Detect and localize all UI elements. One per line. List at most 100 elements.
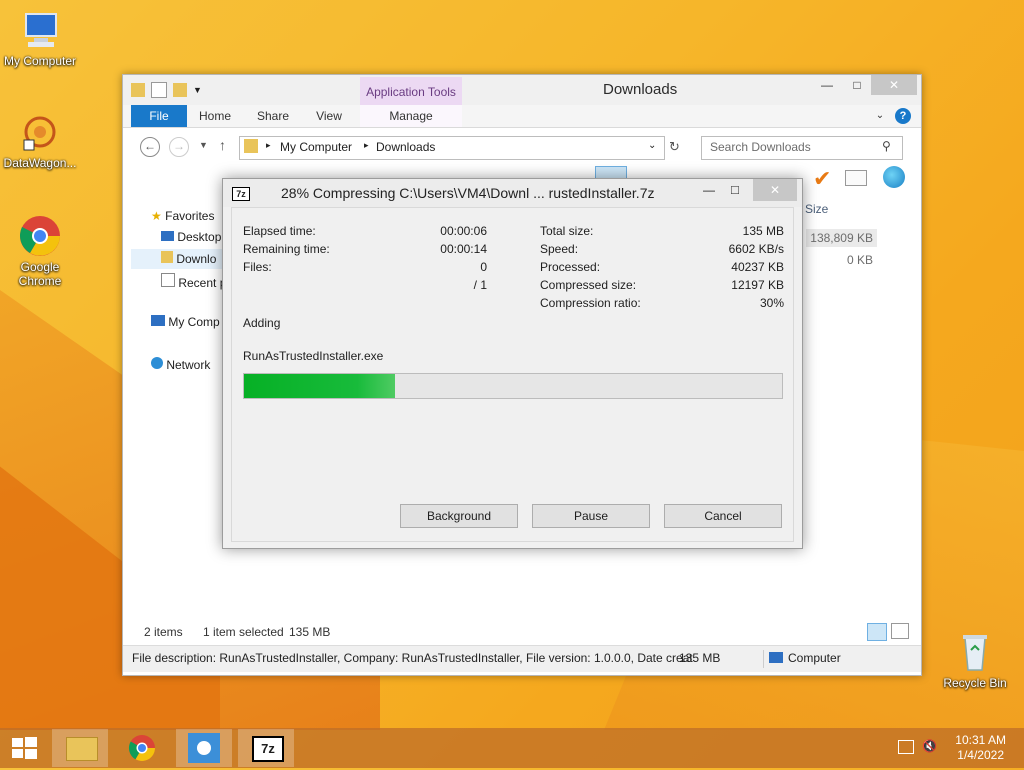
address-bar[interactable]: ▸ My Computer ▸ Downloads ⌄ [239, 136, 665, 160]
dialog-title: 28% Compressing C:\Users\VM4\Downl ... r… [281, 185, 655, 201]
selection-count: 1 item selected [203, 625, 284, 639]
compression-ratio-value: 30% [759, 296, 784, 310]
file-size: 135 MB [679, 651, 721, 665]
nav-desktop[interactable]: Desktop [161, 230, 221, 244]
total-size-value: 135 MB [742, 224, 784, 238]
tab-view[interactable]: View [311, 105, 347, 127]
close-button[interactable]: ✕ [753, 179, 797, 201]
background-button[interactable]: Background [400, 504, 518, 528]
desktop-icon-my-computer[interactable]: My Computer [0, 8, 80, 68]
speed-value: 6602 KB/s [728, 242, 784, 256]
compressed-size-value: 12197 KB [731, 278, 784, 292]
window-icon[interactable] [845, 170, 867, 186]
column-header-size[interactable]: Size [805, 202, 828, 216]
tab-home[interactable]: Home [195, 105, 235, 127]
chevron-right-icon: ▸ [266, 140, 271, 150]
minimize-button[interactable]: — [703, 183, 715, 197]
clock-date: 1/4/2022 [957, 748, 1004, 762]
forward-button[interactable]: → [169, 137, 189, 157]
desktop-icon-chrome[interactable]: Google Chrome [0, 214, 80, 288]
computer-icon [18, 8, 62, 52]
chevron-down-icon[interactable]: ⌄ [648, 140, 656, 151]
pause-button[interactable]: Pause [532, 504, 650, 528]
refresh-icon[interactable]: ↻ [669, 139, 680, 155]
properties-icon[interactable] [151, 82, 167, 98]
taskbar-7zip[interactable]: 7z [238, 729, 294, 767]
start-button[interactable] [0, 729, 48, 767]
minimize-button[interactable]: — [813, 75, 841, 95]
network-tray-icon[interactable] [898, 740, 914, 754]
search-placeholder: Search Downloads [710, 140, 811, 154]
dialog-title-bar: 7z 28% Compressing C:\Users\VM4\Downl ..… [223, 179, 802, 207]
chevron-down-icon[interactable]: ▼ [193, 85, 202, 95]
datawagon-icon [18, 110, 62, 154]
downloads-folder-icon [161, 251, 173, 263]
tab-manage[interactable]: Manage [360, 105, 462, 127]
clock[interactable]: 10:31 AM 1/4/2022 [955, 733, 1006, 763]
cancel-button[interactable]: Cancel [664, 504, 782, 528]
compression-ratio-label: Compression ratio: [540, 296, 641, 310]
nav-recent[interactable]: Recent p [161, 273, 226, 290]
nav-label: My Comp [168, 315, 220, 329]
breadcrumb-downloads[interactable]: Downloads [376, 140, 435, 154]
nav-favorites[interactable]: ★ Favorites [151, 209, 214, 223]
action-status: Adding [243, 316, 281, 330]
checkmark-icon[interactable]: ✔ [813, 166, 831, 192]
chrome-icon [18, 214, 62, 258]
files-total: / 1 [473, 278, 487, 292]
desktop-icon [161, 231, 174, 241]
compress-progress-dialog: 7z 28% Compressing C:\Users\VM4\Downl ..… [222, 178, 803, 549]
folder-icon [244, 139, 258, 153]
globe-icon[interactable] [883, 166, 905, 188]
quick-access-toolbar: ▼ [131, 82, 202, 98]
files-label: Files: [243, 260, 272, 274]
back-button[interactable]: ← [140, 137, 160, 157]
search-icon: ⚲ [882, 139, 891, 153]
close-button[interactable]: ✕ [871, 75, 917, 95]
title-bar: ▼ Application Tools Downloads — □ ✕ [123, 75, 921, 105]
help-icon[interactable]: ? [895, 108, 911, 124]
chrome-icon [128, 735, 156, 762]
nav-label: Recent p [178, 276, 227, 290]
chevron-down-icon[interactable]: ⌄ [873, 105, 887, 127]
up-arrow-icon[interactable]: ↑ [219, 137, 226, 153]
recycle-bin-icon [953, 630, 997, 674]
progress-bar [243, 373, 783, 399]
desktop-icon-recycle-bin[interactable]: Recycle Bin [935, 630, 1015, 690]
chevron-right-icon: ▸ [364, 140, 369, 150]
tab-file[interactable]: File [131, 105, 187, 127]
selection-size: 135 MB [289, 625, 331, 639]
details-view-button[interactable] [867, 623, 887, 641]
file-description: File description: RunAsTrustedInstaller,… [132, 651, 693, 665]
remaining-value: 00:00:14 [440, 242, 487, 256]
new-folder-icon[interactable] [173, 83, 187, 97]
maximize-button[interactable]: □ [731, 182, 739, 197]
volume-muted-icon[interactable]: 🔇 [922, 739, 937, 753]
nav-network[interactable]: Network [151, 357, 210, 372]
taskbar-chrome[interactable] [114, 729, 170, 767]
item-count: 2 items [144, 625, 183, 639]
folder-icon [66, 737, 98, 761]
files-value: 0 [480, 260, 487, 274]
breadcrumb-my-computer[interactable]: My Computer [280, 140, 352, 154]
computer-icon [769, 652, 783, 663]
details-bar: File description: RunAsTrustedInstaller,… [123, 645, 921, 672]
nav-my-computer[interactable]: My Comp [151, 315, 220, 329]
recent-locations-icon[interactable]: ▼ [199, 140, 208, 150]
desktop-icon-datawagon[interactable]: DataWagon... [0, 110, 80, 170]
search-input[interactable]: Search Downloads ⚲ [701, 136, 903, 160]
taskbar-file-explorer[interactable] [52, 729, 108, 767]
taskbar-app[interactable] [176, 729, 232, 767]
large-icons-view-button[interactable] [891, 623, 909, 639]
location-label: Computer [788, 651, 841, 665]
desktop-icon-label: DataWagon... [3, 156, 77, 170]
speed-label: Speed: [540, 242, 579, 256]
nav-label: Downlo [176, 252, 217, 266]
application-tools-label: Application Tools [360, 77, 462, 105]
elapsed-value: 00:00:06 [440, 224, 487, 238]
maximize-button[interactable]: □ [843, 75, 871, 95]
current-file: RunAsTrustedInstaller.exe [243, 349, 384, 363]
clock-time: 10:31 AM [955, 733, 1006, 747]
folder-icon[interactable] [131, 83, 145, 97]
tab-share[interactable]: Share [251, 105, 295, 127]
